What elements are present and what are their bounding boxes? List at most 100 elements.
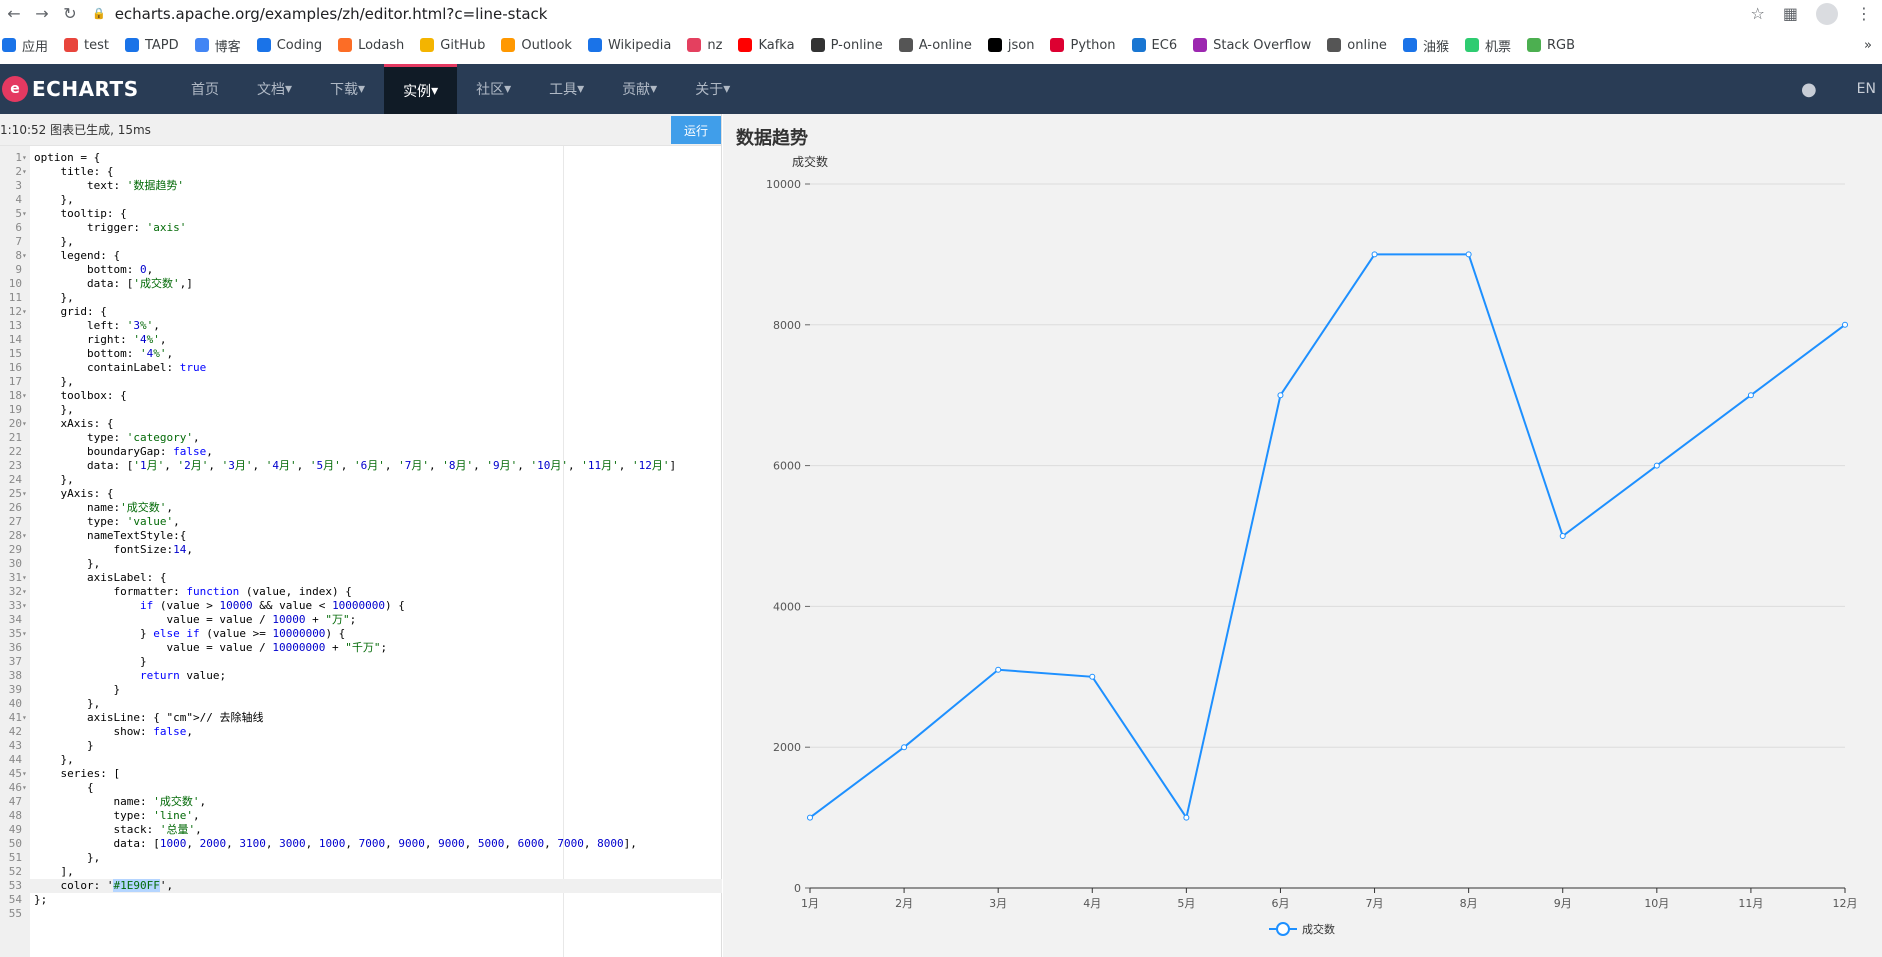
code-line[interactable]: 16 containLabel: true	[0, 361, 722, 375]
code-line[interactable]: 24 },	[0, 473, 722, 487]
series-line[interactable]	[809, 253, 1846, 821]
code-line[interactable]: 36 value = value / 10000000 + "千万";	[0, 641, 722, 655]
bookmark-item[interactable]: 机票	[1464, 36, 1511, 55]
bookmark-item[interactable]: nz	[687, 38, 722, 53]
fold-toggle-icon[interactable]: ▾	[22, 711, 30, 725]
code-line[interactable]: 35 ▾ } else if (value >= 10000000) {	[0, 627, 722, 641]
code-line[interactable]: 50 data: [1000, 2000, 3100, 3000, 1000, …	[0, 837, 722, 851]
bookmark-item[interactable]: Outlook	[501, 38, 572, 53]
code-line[interactable]: 9 bottom: 0,	[0, 263, 722, 277]
code-line[interactable]: 13 left: '3%',	[0, 319, 722, 333]
bookmark-item[interactable]: Lodash	[338, 38, 404, 53]
data-point[interactable]	[1277, 392, 1284, 399]
code-line[interactable]: 20 ▾ xAxis: {	[0, 417, 722, 431]
fold-toggle-icon[interactable]: ▾	[22, 305, 30, 319]
fold-toggle-icon[interactable]: ▾	[22, 767, 30, 781]
menu-home[interactable]: 首页	[172, 64, 238, 114]
code-line[interactable]: 7 },	[0, 235, 722, 249]
code-area[interactable]: 1 ▾ option = {2 ▾ title: {3 text: '数据趋势' 4 }…	[0, 146, 722, 957]
fold-toggle-icon[interactable]: ▾	[22, 599, 30, 613]
data-point[interactable]	[1559, 533, 1566, 539]
code-line[interactable]: 47 name: '成交数',	[0, 795, 722, 809]
code-line[interactable]: 3 text: '数据趋势'	[0, 179, 722, 193]
fold-toggle-icon[interactable]: ▾	[22, 151, 30, 165]
code-line[interactable]: 54};	[0, 893, 722, 907]
fold-toggle-icon[interactable]: ▾	[22, 165, 30, 179]
fold-toggle-icon[interactable]: ▾	[22, 585, 30, 599]
fold-toggle-icon[interactable]: ▾	[22, 207, 30, 221]
code-line[interactable]: 12 ▾ grid: {	[0, 305, 722, 319]
menu-examples[interactable]: 实例 ▾	[384, 64, 458, 114]
code-line[interactable]: 30 },	[0, 557, 722, 571]
code-line[interactable]: 6 trigger: 'axis'	[0, 221, 722, 235]
data-point[interactable]	[1465, 251, 1472, 258]
code-line[interactable]: 21 type: 'category',	[0, 431, 722, 445]
menu-community[interactable]: 社区 ▾	[457, 64, 530, 114]
code-line[interactable]: 53 color: '#1E90FF',	[0, 879, 722, 893]
code-line[interactable]: 27 type: 'value',	[0, 515, 722, 529]
code-line[interactable]: 19 },	[0, 403, 722, 417]
code-line[interactable]: 46 ▾ {	[0, 781, 722, 795]
fold-toggle-icon[interactable]: ▾	[22, 417, 30, 431]
code-line[interactable]: 23 data: ['1月', '2月', '3月', '4月', '5月', …	[0, 459, 722, 473]
code-line[interactable]: 29 fontSize:14,	[0, 543, 722, 557]
code-line[interactable]: 49 stack: '总量',	[0, 823, 722, 837]
code-line[interactable]: 25 ▾ yAxis: {	[0, 487, 722, 501]
data-point[interactable]	[1747, 392, 1754, 399]
run-button[interactable]: 运行	[671, 116, 721, 144]
menu-contribute[interactable]: 贡献 ▾	[603, 64, 676, 114]
bookmark-item[interactable]: 应用	[2, 36, 48, 55]
code-line[interactable]: 33 ▾ if (value > 10000 && value < 1000000…	[0, 599, 722, 613]
star-icon[interactable]: ☆	[1751, 4, 1765, 23]
line-chart[interactable]: 数据趋势成交数 0 2000 4000 6000 8000 10000 1月 2月 3月 4月 5月 6…	[723, 114, 1882, 957]
lang-switch[interactable]: EN	[1857, 81, 1876, 97]
bookmark-item[interactable]: online	[1327, 38, 1387, 53]
code-line[interactable]: 55	[0, 907, 722, 921]
code-line[interactable]: 44 },	[0, 753, 722, 767]
code-line[interactable]: 5 ▾ tooltip: {	[0, 207, 722, 221]
bookmark-item[interactable]: test	[64, 38, 109, 53]
url-field[interactable]: 🔒 echarts.apache.org/examples/zh/editor.…	[84, 2, 1751, 25]
data-point[interactable]	[1842, 321, 1848, 328]
more-menu-icon[interactable]: ⋮	[1856, 4, 1872, 23]
code-line[interactable]: 15 bottom: '4%',	[0, 347, 722, 361]
bookmarks-overflow-icon[interactable]: »	[1864, 38, 1872, 53]
bookmark-item[interactable]: P-online	[810, 38, 883, 53]
code-line[interactable]: 51 },	[0, 851, 722, 865]
data-point[interactable]	[1089, 673, 1096, 680]
bookmark-item[interactable]: 油猴	[1402, 36, 1449, 55]
bookmark-item[interactable]: Coding	[256, 38, 322, 53]
code-line[interactable]: 34 value = value / 10000 + "万";	[0, 613, 722, 627]
bookmark-item[interactable]: json	[987, 38, 1034, 53]
github-icon[interactable]: ●	[1801, 79, 1817, 100]
code-line[interactable]: 10 data: ['成交数',]	[0, 277, 722, 291]
bookmark-item[interactable]: Python	[1050, 38, 1116, 53]
code-line[interactable]: 39 }	[0, 683, 722, 697]
bookmark-item[interactable]: A-online	[898, 38, 972, 53]
code-line[interactable]: 14 right: '4%',	[0, 333, 722, 347]
code-line[interactable]: 38 return value;	[0, 669, 722, 683]
bookmark-item[interactable]: Wikipedia	[587, 38, 671, 53]
data-point[interactable]	[1371, 251, 1378, 258]
bookmark-item[interactable]: Kafka	[738, 38, 795, 53]
fold-toggle-icon[interactable]: ▾	[22, 627, 30, 641]
avatar[interactable]	[1816, 2, 1838, 25]
code-line[interactable]: 22 boundaryGap: false,	[0, 445, 722, 459]
bookmark-item[interactable]: 博客	[194, 36, 241, 55]
bookmark-item[interactable]: Stack Overflow	[1193, 38, 1311, 53]
code-line[interactable]: 28 ▾ nameTextStyle:{	[0, 529, 722, 543]
code-line[interactable]: 40 },	[0, 697, 722, 711]
code-line[interactable]: 11 },	[0, 291, 722, 305]
code-line[interactable]: 42 show: false,	[0, 725, 722, 739]
code-line[interactable]: 41 ▾ axisLine: { "cm">// 去除轴线	[0, 711, 722, 725]
back-icon[interactable]: ←	[0, 0, 28, 27]
menu-docs[interactable]: 文档 ▾	[238, 64, 311, 114]
code-line[interactable]: 43 }	[0, 739, 722, 753]
fold-toggle-icon[interactable]: ▾	[22, 571, 30, 585]
echarts-logo[interactable]: e ECHARTS	[0, 76, 172, 102]
code-line[interactable]: 52 ],	[0, 865, 722, 879]
data-point[interactable]	[901, 744, 908, 751]
bookmark-item[interactable]: GitHub	[420, 38, 485, 53]
code-line[interactable]: 37 }	[0, 655, 722, 669]
legend-marker[interactable]	[1276, 922, 1290, 936]
